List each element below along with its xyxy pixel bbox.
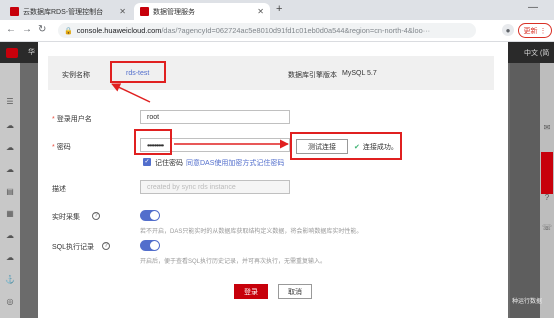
remember-password-label: 记住密码 — [155, 160, 183, 167]
profile-avatar-icon[interactable]: ● — [502, 24, 514, 36]
sql-log-toggle[interactable] — [140, 240, 160, 251]
server-icon[interactable]: ▦ — [4, 209, 16, 219]
huawei-favicon-icon — [140, 7, 149, 16]
annotation-box-instance — [110, 61, 166, 83]
close-tab-icon[interactable]: ✕ — [257, 7, 264, 16]
customer-service-icon[interactable]: ☏ — [541, 223, 553, 233]
forward-arrow-icon[interactable]: → — [22, 24, 32, 35]
lock-icon: 🔒 — [64, 27, 73, 35]
remember-password-checkbox[interactable]: ✓ — [143, 158, 151, 166]
side-promo-tab[interactable] — [541, 152, 553, 194]
console-brand: 华 — [28, 49, 35, 56]
password-label: * 密码 — [52, 144, 71, 151]
window-minimize-button[interactable]: — — [528, 2, 538, 13]
realtime-hint: 若不开启，DAS只能实时的从数据库获取结构定义数据，将会影响数据库实时性能。 — [140, 229, 363, 235]
cloud-icon[interactable]: ☁ — [4, 121, 16, 131]
realtime-collection-toggle[interactable] — [140, 210, 160, 221]
back-arrow-icon[interactable]: ← — [6, 24, 16, 35]
description-input[interactable]: created by sync rds instance — [140, 180, 290, 194]
browser-tab-bar: 云数据库RDS-管理控制台 ✕ 数据管理服务 ✕ + — — [0, 0, 554, 20]
close-tab-icon[interactable]: ✕ — [119, 7, 126, 16]
instance-name-label: 实例名称 — [62, 72, 90, 79]
background-text: 种运行数据 — [512, 299, 543, 305]
cloud-icon[interactable]: ☁ — [4, 143, 16, 153]
username-input[interactable]: root — [140, 110, 290, 124]
url-host: console.huaweicloud.com — [76, 26, 162, 35]
url-input[interactable]: 🔒 console.huaweicloud.com/das/?agencyId=… — [58, 23, 476, 38]
huawei-favicon-icon — [10, 7, 19, 16]
description-label: 描述 — [52, 186, 66, 193]
cancel-button[interactable]: 取消 — [278, 284, 312, 299]
annotation-box-test-result — [290, 132, 402, 160]
toggle-knob — [150, 211, 159, 220]
realtime-collection-label: 实时采集 — [52, 214, 80, 221]
realtime-help-icon[interactable]: ? — [92, 212, 100, 220]
login-button[interactable]: 登录 — [234, 284, 268, 299]
update-label: 更新 — [523, 27, 538, 35]
encryption-consent-link[interactable]: 同意DAS使用加密方式记住密码 — [186, 158, 284, 168]
url-path: /das/?agencyId=062724ac5e8010d91fd1c01eb… — [161, 26, 431, 35]
cloud-icon[interactable]: ☁ — [4, 165, 16, 175]
sql-log-label: SQL执行记录 — [52, 244, 95, 251]
address-bar-row: ← → ↻ 🔒 console.huaweicloud.com/das/?age… — [0, 20, 554, 42]
console-sidebar: ☰ ☁ ☁ ☁ ▤ ▦ ☁ ☁ ⚓ ◎ — [0, 63, 20, 318]
engine-version-label: 数据库引擎版本 — [288, 72, 337, 79]
sql-log-hint: 开启后，便于查看SQL执行历史记录，并可再次执行，无需重复输入。 — [140, 259, 327, 265]
cloud-icon[interactable]: ☁ — [4, 231, 16, 241]
tab-title: 数据管理服务 — [153, 8, 195, 16]
anchor-icon[interactable]: ⚓ — [4, 275, 16, 285]
cloud-icon[interactable]: ☁ — [4, 253, 16, 263]
tab-das[interactable]: 数据管理服务 ✕ — [134, 3, 270, 20]
huawei-logo-icon — [6, 48, 18, 58]
tab-rds-console[interactable]: 云数据库RDS-管理控制台 ✕ — [4, 3, 132, 20]
update-button[interactable]: 更新 ⋮ — [518, 23, 552, 38]
sql-log-help-icon[interactable]: ? — [102, 242, 110, 250]
toggle-knob — [150, 241, 159, 250]
annotation-box-password — [134, 129, 172, 155]
help-circle-icon[interactable]: ? — [541, 193, 553, 203]
globe-icon[interactable]: ◎ — [4, 297, 16, 307]
username-label: * 登录用户名 — [52, 116, 92, 123]
menu-icon[interactable]: ☰ — [4, 97, 16, 107]
reload-icon[interactable]: ↻ — [38, 24, 46, 35]
engine-version-value: MySQL 5.7 — [342, 70, 377, 77]
language-selector[interactable]: 中文 (简 — [524, 48, 549, 58]
login-dialog: 实例名称 rds-test 数据库引擎版本 MySQL 5.7 * 登录用户名 r… — [38, 42, 508, 318]
new-tab-button[interactable]: + — [276, 3, 282, 15]
database-icon[interactable]: ▤ — [4, 187, 16, 197]
tab-title: 云数据库RDS-管理控制台 — [23, 8, 104, 16]
feedback-icon[interactable]: ✉ — [541, 123, 553, 133]
